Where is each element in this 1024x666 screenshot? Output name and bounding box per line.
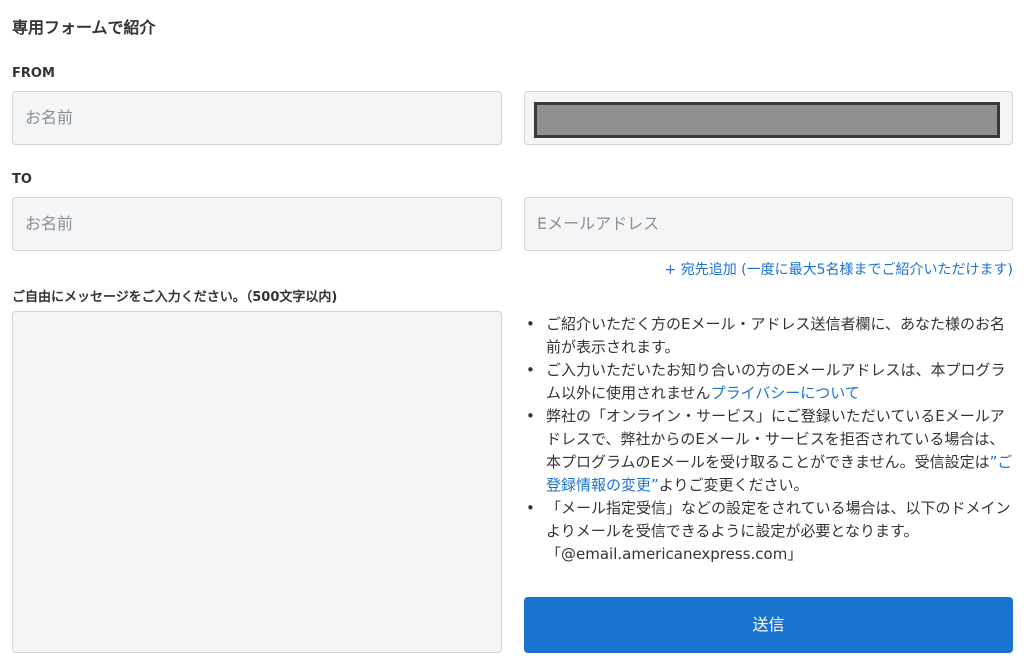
note-item: • 「メール指定受信」などの設定をされている場合は、以下のドメインよりメールを受… — [526, 499, 1011, 563]
to-email-input[interactable]: Eメールアドレス — [524, 197, 1013, 251]
privacy-link[interactable]: プライバシーについて — [711, 384, 860, 402]
to-name-input[interactable]: お名前 — [12, 197, 502, 251]
page-title: 専用フォームで紹介 — [12, 18, 156, 37]
bullet-icon: • — [526, 407, 535, 425]
bullet-icon: • — [526, 499, 535, 517]
from-label: FROM — [12, 66, 55, 81]
submit-button[interactable]: 送信 — [524, 597, 1013, 653]
from-name-input[interactable]: お名前 — [12, 91, 502, 145]
message-label: ご自由にメッセージをご入力ください。（500文字以内) — [12, 290, 338, 305]
bullet-icon: • — [526, 315, 535, 333]
note-item: • 弊社の「オンライン・サービス」にご登録いただいているEメールアドレスで、弊社… — [526, 407, 1013, 494]
message-textarea[interactable] — [12, 311, 502, 653]
notes-list: • ご紹介いただく方のEメール・アドレス送信者欄に、あなた様のお名前が表示されま… — [524, 313, 1014, 566]
to-label: TO — [12, 172, 32, 187]
note-item: • ご紹介いただく方のEメール・アドレス送信者欄に、あなた様のお名前が表示されま… — [526, 315, 1006, 356]
note-item: • ご入力いただいたお知り合いの方のEメールアドレスは、本プログラム以外に使用さ… — [526, 361, 1006, 402]
bullet-icon: • — [526, 361, 535, 379]
from-email-field[interactable] — [524, 91, 1013, 145]
add-recipient-link[interactable]: + 宛先追加 (一度に最大5名様までご紹介いただけます) — [665, 259, 1013, 279]
redacted-email — [534, 102, 1000, 138]
